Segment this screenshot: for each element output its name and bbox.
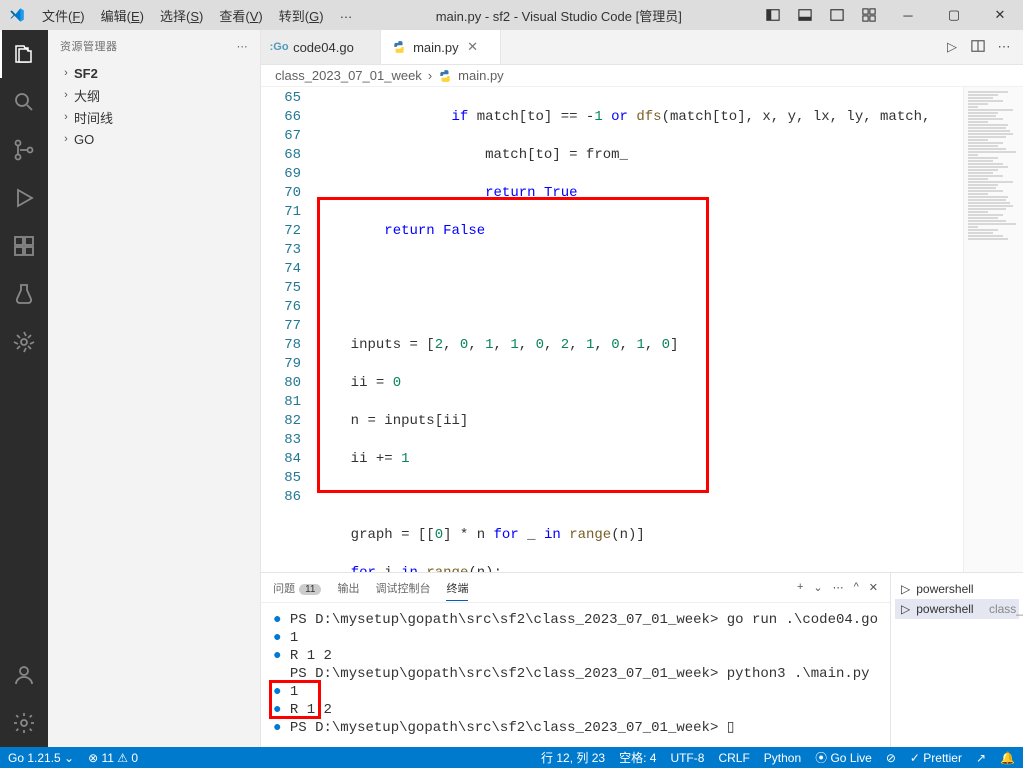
project-manager-icon[interactable] — [0, 318, 48, 366]
panel-tab-terminal[interactable]: 终端 — [446, 576, 468, 600]
sb-language[interactable]: Python — [764, 751, 801, 765]
editor-more-icon[interactable]: ⋯ — [993, 39, 1015, 55]
minimap[interactable] — [963, 87, 1023, 572]
terminal-content[interactable]: ● PS D:\mysetup\gopath\src\sf2\class_202… — [261, 603, 890, 747]
maximize-button[interactable]: ▢ — [931, 0, 977, 30]
sidebar-title: 资源管理器 — [60, 38, 118, 54]
sb-port-icon[interactable]: ↗ — [976, 751, 986, 765]
close-panel-icon[interactable]: ✕ — [869, 581, 878, 594]
code-editor[interactable]: 6566676869707172737475767778798081828384… — [261, 87, 1023, 572]
source-control-icon[interactable] — [0, 126, 48, 174]
explorer-icon[interactable] — [0, 30, 48, 78]
maximize-panel-icon[interactable]: ^ — [854, 581, 859, 594]
menu-go[interactable]: 转到(G) — [271, 2, 332, 29]
sidebar: 资源管理器 ⋯ ›SF2 ›大纲 ›时间线 ›GO — [48, 30, 261, 747]
statusbar: Go 1.21.5 ⌄ ⊗ 11 ⚠ 0 行 12, 列 23 空格: 4 UT… — [0, 747, 1023, 768]
terminal-list-item[interactable]: ▷powershell — [895, 579, 1019, 599]
line-numbers: 6566676869707172737475767778798081828384… — [261, 87, 317, 572]
panel-tab-debug[interactable]: 调试控制台 — [375, 576, 430, 600]
sb-cursor-pos[interactable]: 行 12, 列 23 — [541, 749, 605, 766]
titlebar: 文件(F) 编辑(E) 选择(S) 查看(V) 转到(G) … main.py … — [0, 0, 1023, 30]
layout-toggle-2-icon[interactable] — [789, 0, 821, 30]
sb-problems[interactable]: ⊗ 11 ⚠ 0 — [88, 751, 138, 765]
sb-go-version[interactable]: Go 1.21.5 ⌄ — [8, 751, 74, 765]
menu-file[interactable]: 文件(F) — [34, 2, 93, 29]
sidebar-more-icon[interactable]: ⋯ — [237, 40, 249, 53]
sb-eol[interactable]: CRLF — [718, 751, 749, 765]
tree-item-go[interactable]: ›GO — [48, 128, 260, 150]
sb-indent[interactable]: 空格: 4 — [619, 749, 656, 766]
sb-prettier[interactable]: ✓ Prettier — [910, 751, 962, 765]
vscode-icon — [0, 7, 34, 23]
tab-close-icon[interactable]: ✕ — [465, 39, 481, 55]
run-debug-icon[interactable] — [0, 174, 48, 222]
search-icon[interactable] — [0, 78, 48, 126]
breadcrumb[interactable]: class_2023_07_01_week› main.py — [261, 65, 1023, 87]
minimize-button[interactable]: ─ — [885, 0, 931, 30]
tree-item-outline[interactable]: ›大纲 — [48, 84, 260, 106]
panel-tabs: 问题11 输出 调试控制台 终端 + ⌄ ⋯ ^ ✕ — [261, 573, 890, 603]
sb-notifications-icon[interactable]: 🔔 — [1000, 751, 1015, 765]
extensions-icon[interactable] — [0, 222, 48, 270]
terminal-dropdown-icon[interactable]: ⌄ — [813, 581, 822, 594]
menu-view[interactable]: 查看(V) — [211, 2, 270, 29]
sb-golive[interactable]: ⦿ Go Live — [815, 749, 872, 766]
terminal-list: ▷powershell ▷powershell class_2... — [891, 573, 1023, 747]
panel-tab-problems[interactable]: 问题11 — [273, 576, 321, 600]
explorer-tree: ›SF2 ›大纲 ›时间线 ›GO — [48, 62, 260, 150]
window-title: main.py - sf2 - Visual Studio Code [管理员] — [361, 6, 757, 25]
tab-main-py[interactable]: main.py ✕ — [381, 30, 501, 64]
run-file-icon[interactable]: ▷ — [941, 39, 963, 55]
new-terminal-icon[interactable]: + — [797, 581, 803, 594]
code-content[interactable]: if match[to] == -1 or dfs(match[to], x, … — [317, 87, 963, 572]
tree-item-sf2[interactable]: ›SF2 — [48, 62, 260, 84]
settings-icon[interactable] — [0, 699, 48, 747]
menu-edit[interactable]: 编辑(E) — [93, 2, 152, 29]
panel-tab-output[interactable]: 输出 — [337, 576, 359, 600]
terminal-list-item[interactable]: ▷powershell class_2... — [895, 599, 1019, 619]
sb-feedback-icon[interactable]: ⊘ — [886, 751, 896, 765]
terminal-icon: ▷ — [901, 602, 910, 616]
sb-encoding[interactable]: UTF-8 — [670, 751, 704, 765]
editor-area: :Go code04.go main.py ✕ ▷ ⋯ class_2023_0… — [261, 30, 1023, 747]
tab-code04-go[interactable]: :Go code04.go — [261, 30, 381, 64]
go-file-icon: :Go — [271, 39, 287, 55]
activitybar — [0, 30, 48, 747]
menu-select[interactable]: 选择(S) — [152, 2, 211, 29]
tree-item-timeline[interactable]: ›时间线 — [48, 106, 260, 128]
bottom-panel: 问题11 输出 调试控制台 终端 + ⌄ ⋯ ^ ✕ ● PS D:\myset… — [261, 572, 1023, 747]
panel-more-icon[interactable]: ⋯ — [833, 581, 844, 594]
accounts-icon[interactable] — [0, 651, 48, 699]
layout-custom-icon[interactable] — [853, 0, 885, 30]
close-button[interactable]: ✕ — [977, 0, 1023, 30]
menubar: 文件(F) 编辑(E) 选择(S) 查看(V) 转到(G) … — [34, 2, 361, 29]
menu-more[interactable]: … — [332, 2, 361, 29]
split-editor-icon[interactable] — [967, 39, 989, 56]
testing-icon[interactable] — [0, 270, 48, 318]
layout-toggle-3-icon[interactable] — [821, 0, 853, 30]
python-file-icon — [391, 39, 407, 55]
editor-tabs: :Go code04.go main.py ✕ ▷ ⋯ — [261, 30, 1023, 65]
terminal-icon: ▷ — [901, 582, 910, 596]
layout-toggle-1-icon[interactable] — [757, 0, 789, 30]
